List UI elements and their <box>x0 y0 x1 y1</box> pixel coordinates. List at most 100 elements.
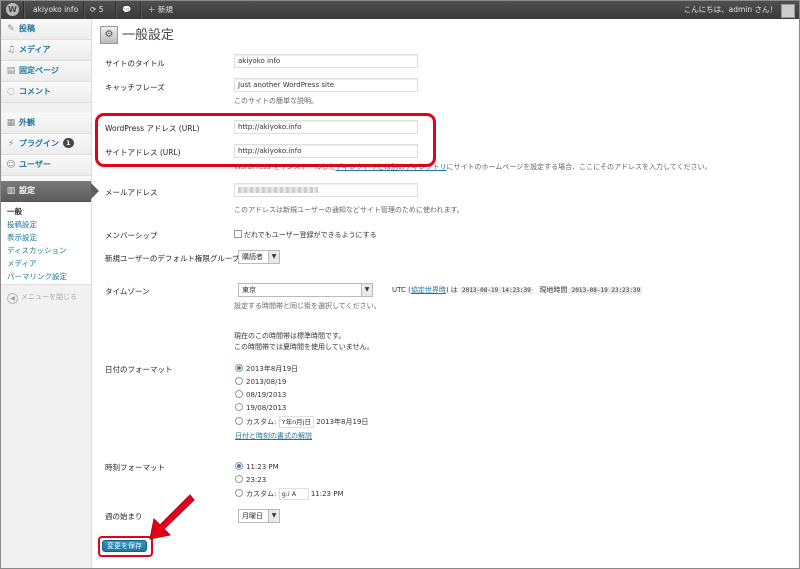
sidebar-item-settings[interactable]: ▥ 設定 <box>1 181 99 202</box>
time-format-option[interactable]: 23:23 <box>235 475 266 485</box>
timezone-value: 東京 <box>242 286 256 294</box>
date-time-doc-link[interactable]: 日付と時刻の書式の解説 <box>235 432 312 440</box>
chevron-down-icon: ▼ <box>361 284 372 296</box>
comment-bubble-icon[interactable]: 💬 <box>122 1 131 19</box>
page-title: 一般設定 <box>122 28 175 43</box>
utc-link[interactable]: 協定世界時 <box>411 286 446 294</box>
radio-selected[interactable] <box>235 364 243 372</box>
admin-sidebar: ✎ 投稿 ♫ メディア ▤ 固定ページ ◌ コメント ▦ 外観 ⚡ プラグイン 1… <box>1 19 99 568</box>
tagline-description: このサイトの簡単な説明。 <box>234 97 318 105</box>
sidebar-item-label: 外観 <box>19 118 35 127</box>
wordpress-logo-icon[interactable]: W <box>6 3 19 16</box>
greeting-link[interactable]: こんにちは、admin さん！ <box>684 1 777 19</box>
sidebar-item-plugins[interactable]: ⚡ プラグイン 1 <box>1 134 91 155</box>
admin-bar-separator <box>140 1 142 19</box>
default-role-select[interactable]: 購読者 ▼ <box>238 250 280 264</box>
settings-submenu: 一般 投稿設定 表示設定 ディスカッション メディア パーマリンク設定 <box>1 202 91 285</box>
timezone-select[interactable]: 東京 ▼ <box>238 283 373 297</box>
timezone-description: 設定する時間帯と同じ街を選択してください。 <box>234 302 381 310</box>
custom-label: カスタム: <box>246 418 277 426</box>
radio[interactable] <box>235 390 243 398</box>
submenu-item-discussion[interactable]: ディスカッション <box>7 245 66 256</box>
utc-prefix: UTC ( <box>392 286 411 294</box>
new-content-link[interactable]: ＋ 新規 <box>148 1 173 19</box>
sidebar-item-appearance[interactable]: ▦ 外観 <box>1 113 91 134</box>
tagline-input[interactable]: Just another WordPress site <box>234 78 418 92</box>
site-title-label: サイトのタイトル <box>105 59 165 68</box>
submenu-item-general[interactable]: 一般 <box>7 206 22 217</box>
updates-link[interactable]: ⟳ 5 <box>90 1 103 19</box>
sidebar-item-label: コメント <box>19 87 51 96</box>
submenu-item-writing[interactable]: 投稿設定 <box>7 219 37 230</box>
collapse-menu-label: メニューを閉じる <box>21 293 77 301</box>
time-format-custom-option[interactable]: カスタム: g:i A 11:23 PM <box>235 488 344 500</box>
radio[interactable] <box>235 403 243 411</box>
admin-bar-separator <box>83 1 85 19</box>
collapse-arrow-icon: ◀ <box>7 293 18 304</box>
membership-checkbox-label: だれでもユーザー登録ができるようにする <box>244 231 377 239</box>
email-description: このアドレスは新規ユーザーの通知などサイト管理のために使われます。 <box>234 206 464 214</box>
chevron-down-icon: ▼ <box>268 251 279 263</box>
sidebar-item-label-wrap: プラグイン 1 <box>19 134 74 154</box>
plugin-icon: ⚡ <box>7 139 15 149</box>
radio[interactable] <box>235 377 243 385</box>
utc-time-row: UTC (協定世界時) は 2013-08-19 14:23:39 現地時間 2… <box>392 285 643 295</box>
date-custom-input[interactable]: Y年n月j日 <box>278 416 314 428</box>
radio[interactable] <box>235 475 243 483</box>
settings-icon: ▥ <box>6 186 16 196</box>
utc-suffix: ) は <box>445 286 458 294</box>
radio[interactable] <box>235 417 243 425</box>
site-address-desc-post: にサイトのホームページを設定する場合、ここにそのアドレスを入力してください。 <box>446 163 712 171</box>
updates-count: 5 <box>98 5 104 14</box>
date-format-custom-option[interactable]: カスタム: Y年n月j日 2013年8月19日 <box>235 416 368 428</box>
date-format-label-2: 2013/08/19 <box>246 378 287 386</box>
local-time: 2013-08-19 23:23:39 <box>569 287 643 294</box>
time-format-option[interactable]: 11:23 PM <box>235 462 279 472</box>
admin-bar: W akiyoko info ⟳ 5 💬 ＋ 新規 こんにちは、admin さん… <box>1 1 799 19</box>
sidebar-item-label: 固定ページ <box>19 66 59 75</box>
window-frame: W akiyoko info ⟳ 5 💬 ＋ 新規 こんにちは、admin さん… <box>0 0 800 569</box>
sidebar-item-posts[interactable]: ✎ 投稿 <box>1 19 91 40</box>
submenu-item-reading[interactable]: 表示設定 <box>7 232 37 243</box>
collapse-menu-button[interactable]: ◀ メニューを閉じる <box>7 292 77 304</box>
date-format-option[interactable]: 2013年8月19日 <box>235 364 298 374</box>
email-input[interactable] <box>234 183 418 197</box>
membership-checkbox[interactable] <box>234 230 242 238</box>
sidebar-item-label: メディア <box>19 45 51 54</box>
time-custom-input[interactable]: g:i A <box>278 488 309 500</box>
week-start-select[interactable]: 月曜日 ▼ <box>238 509 280 523</box>
save-button-highlight: 変更を保存 <box>98 536 153 557</box>
sidebar-item-media[interactable]: ♫ メディア <box>1 40 91 61</box>
submenu-item-permalinks[interactable]: パーマリンク設定 <box>7 271 67 282</box>
membership-checkbox-row[interactable]: だれでもユーザー登録ができるようにする <box>234 230 377 240</box>
standard-time-note: 現在のこの時間帯は標準時間です。 <box>234 332 346 340</box>
date-format-option[interactable]: 2013/08/19 <box>235 377 286 387</box>
dst-note: この時間帯では夏時間を使用していません。 <box>234 343 374 351</box>
sidebar-item-comments[interactable]: ◌ コメント <box>1 82 91 103</box>
users-icon: ☺ <box>6 160 16 170</box>
time-format-label: 時刻フォーマット <box>105 463 165 472</box>
sidebar-item-users[interactable]: ☺ ユーザー <box>1 155 91 176</box>
submenu-item-media[interactable]: メディア <box>7 258 36 269</box>
radio-selected[interactable] <box>235 462 243 470</box>
radio[interactable] <box>235 489 243 497</box>
date-format-option[interactable]: 08/19/2013 <box>235 390 286 400</box>
membership-label: メンバーシップ <box>105 231 158 240</box>
date-format-label-1: 2013年8月19日 <box>246 365 299 373</box>
media-icon: ♫ <box>6 45 16 55</box>
admin-bar-separator <box>23 1 25 19</box>
date-format-label-3: 08/19/2013 <box>246 391 287 399</box>
site-name-link[interactable]: akiyoko info <box>33 1 78 19</box>
save-button[interactable]: 変更を保存 <box>102 540 147 552</box>
pin-icon: ✎ <box>7 24 15 34</box>
sidebar-item-pages[interactable]: ▤ 固定ページ <box>1 61 91 82</box>
local-time-label: 現地時間 <box>539 286 568 294</box>
date-format-option[interactable]: 19/08/2013 <box>235 403 286 413</box>
avatar[interactable] <box>781 4 795 18</box>
settings-page-icon: ⚙ <box>100 26 118 44</box>
date-format-label-4: 19/08/2013 <box>246 404 287 412</box>
site-title-input[interactable]: akiyoko info <box>234 54 418 68</box>
time-format-label-1: 11:23 PM <box>246 463 279 471</box>
sidebar-item-label: 設定 <box>19 186 35 195</box>
sidebar-item-label: ユーザー <box>19 160 51 169</box>
